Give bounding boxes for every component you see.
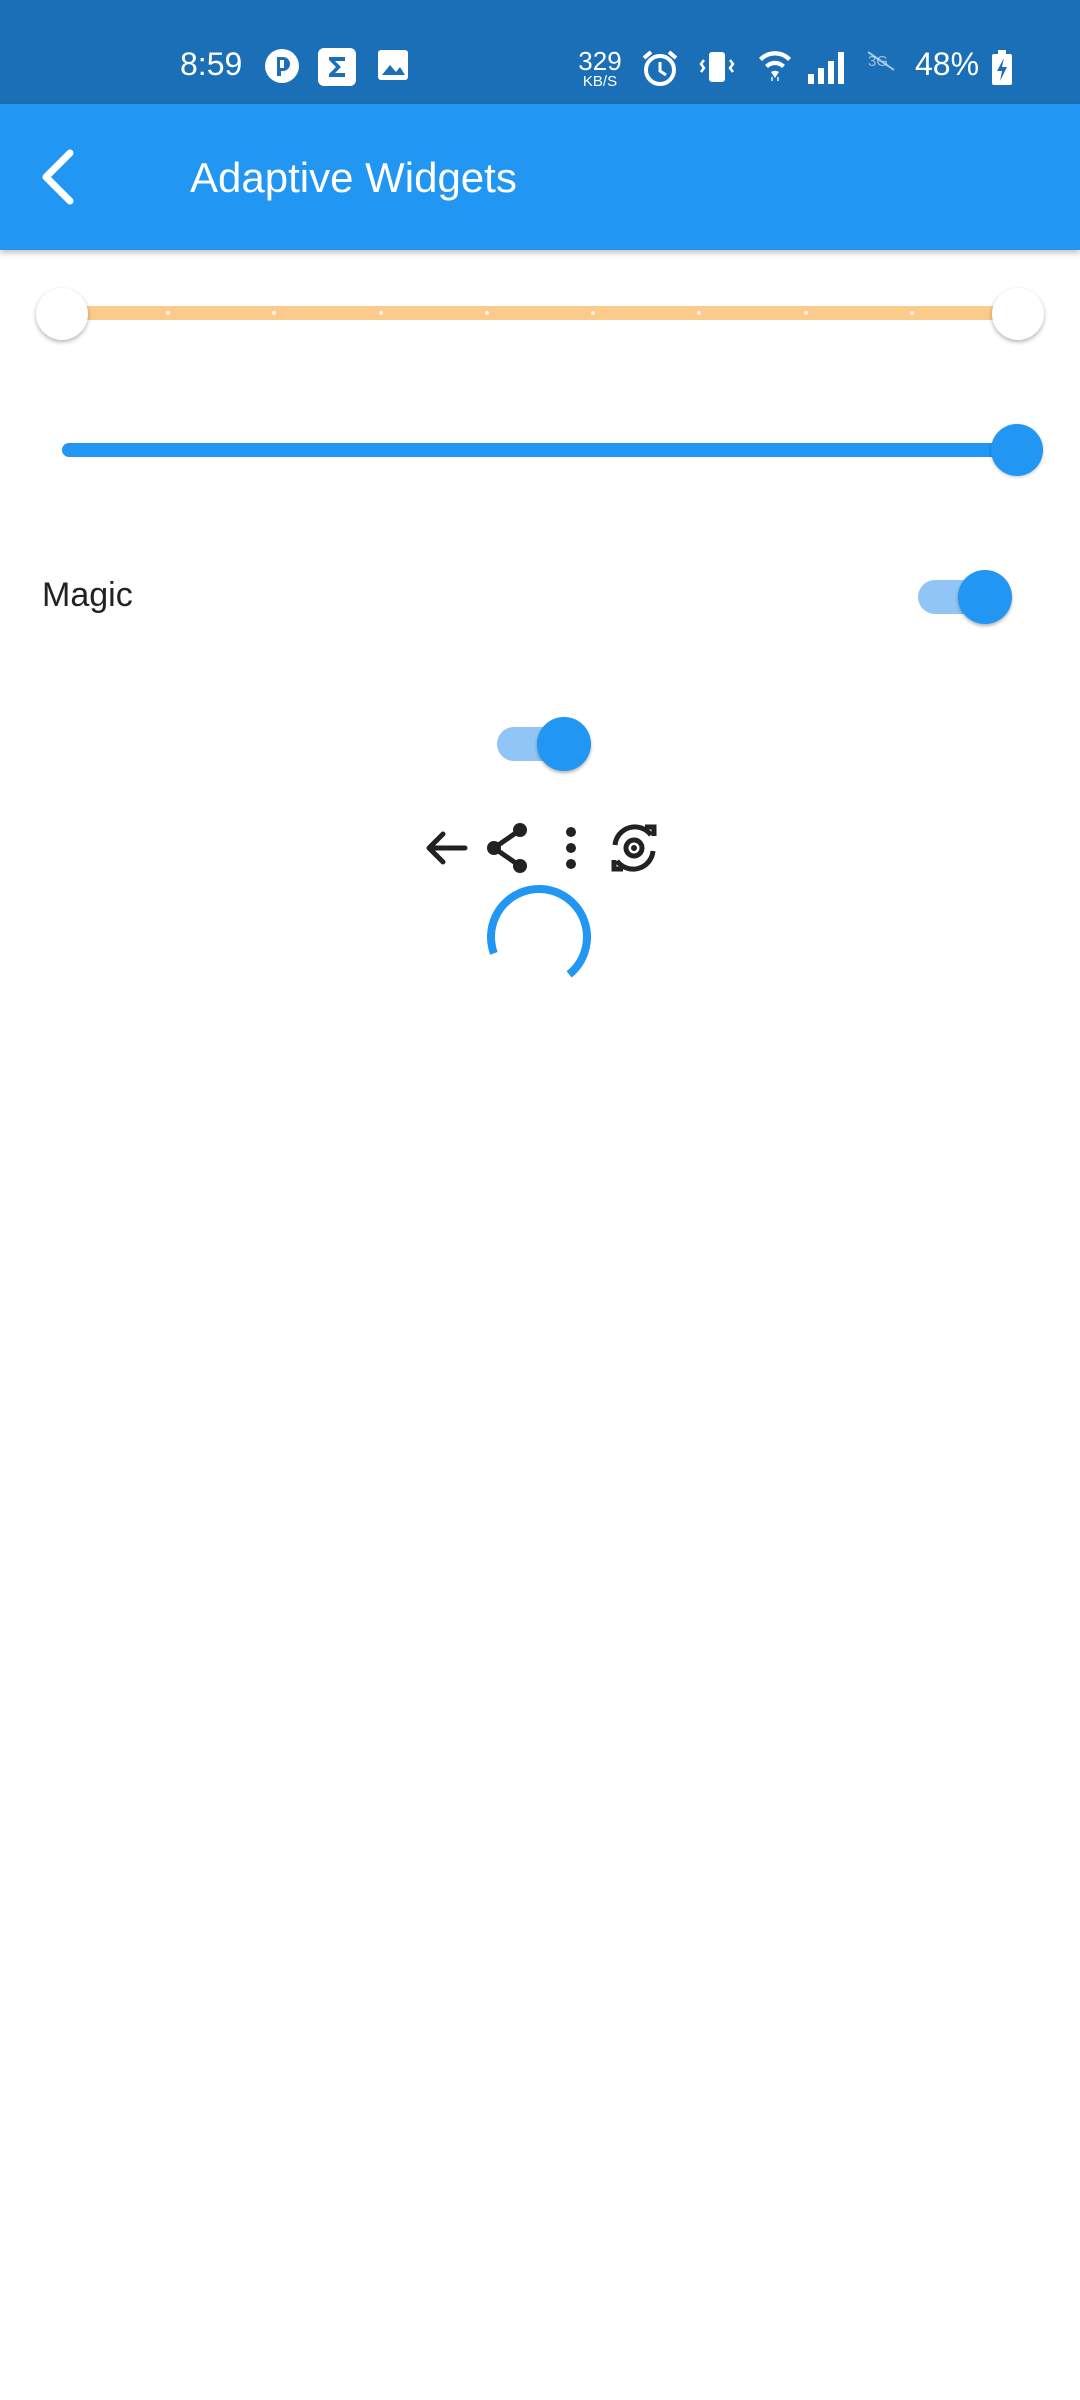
range-slider-end-thumb[interactable] xyxy=(992,288,1044,340)
signal-icon xyxy=(806,48,850,91)
battery-charging-icon xyxy=(990,50,1014,91)
range-slider-start-thumb[interactable] xyxy=(36,288,88,340)
progress-spinner xyxy=(487,885,591,989)
share-button[interactable] xyxy=(478,818,538,878)
range-slider-tick xyxy=(484,311,489,315)
chevron-left-icon xyxy=(42,149,74,205)
network-speed: 329 KB/S xyxy=(576,48,624,89)
page-title: Adaptive Widgets xyxy=(190,154,517,201)
arrow-back-button[interactable] xyxy=(415,818,475,878)
svg-text:3G: 3G xyxy=(868,53,888,70)
app-notification-icon xyxy=(264,48,300,89)
sigma-icon xyxy=(318,48,356,91)
range-slider-tick xyxy=(803,311,808,315)
status-time: 8:59 xyxy=(180,46,243,82)
range-slider-tick xyxy=(909,311,914,315)
network-speed-value: 329 xyxy=(578,46,622,76)
slider-track[interactable] xyxy=(62,443,1018,457)
alarm-icon xyxy=(640,48,680,93)
status-bar: 8:59 329 KB/S 3G 48% xyxy=(0,0,1080,104)
flip-camera-button[interactable] xyxy=(604,818,664,878)
share-icon xyxy=(487,823,527,873)
network-speed-unit: KB/S xyxy=(582,73,618,90)
more-vert-button[interactable] xyxy=(541,818,601,878)
more-vert-icon xyxy=(566,827,576,869)
arrow-back-icon xyxy=(426,831,468,865)
battery-percent: 48% xyxy=(915,46,980,82)
no-3g-icon: 3G xyxy=(866,50,896,77)
standalone-switch-thumb[interactable] xyxy=(537,717,591,771)
range-slider-track[interactable] xyxy=(60,306,1020,320)
range-slider-tick xyxy=(378,311,383,315)
flip-camera-icon xyxy=(611,824,657,872)
image-icon xyxy=(376,48,410,87)
vibrate-icon xyxy=(698,48,736,91)
slider-thumb[interactable] xyxy=(991,424,1043,476)
magic-switch-thumb[interactable] xyxy=(958,570,1012,624)
magic-label: Magic xyxy=(42,576,133,614)
back-button[interactable] xyxy=(28,140,88,214)
wifi-icon xyxy=(756,48,794,91)
app-bar: Adaptive Widgets xyxy=(0,104,1080,250)
